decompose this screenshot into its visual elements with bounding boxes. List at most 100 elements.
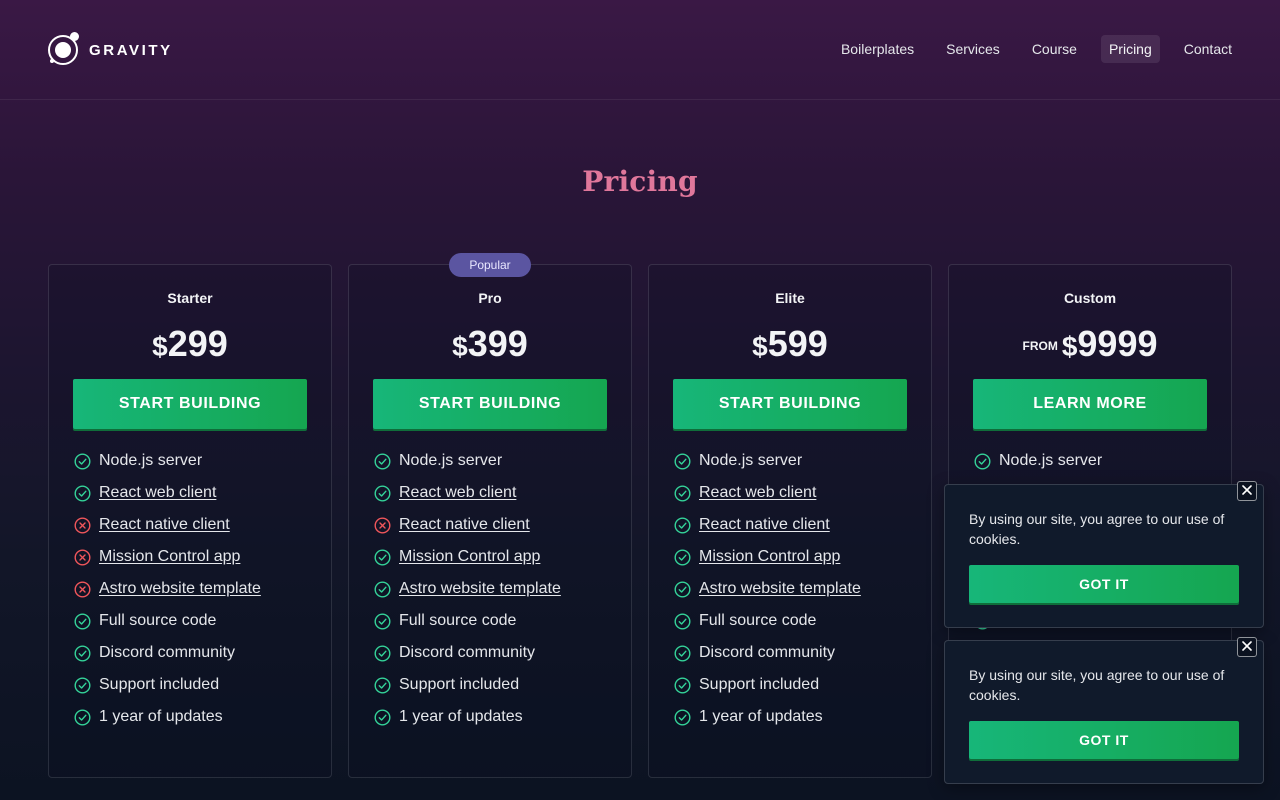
cookie-banner: By using our site, you agree to our use … <box>944 637 1264 784</box>
check-circle-icon <box>374 484 391 502</box>
feature-list: Node.js server React web client React nati… <box>374 445 561 733</box>
check-circle-icon <box>374 676 391 694</box>
feature-link[interactable]: Mission Control app <box>399 548 540 566</box>
main-nav: Boilerplates Services Course Pricing Con… <box>817 35 1240 63</box>
check-circle-icon <box>374 708 391 726</box>
cookie-message: By using our site, you agree to our use … <box>969 511 1225 547</box>
check-circle-icon <box>74 644 91 662</box>
plan-price: FROM $9999 <box>949 323 1231 365</box>
feature-link[interactable]: React native client <box>699 516 830 534</box>
feature-item: Full source code <box>674 605 861 637</box>
feature-item: Astro website template <box>374 573 561 605</box>
page-title: Pricing <box>582 165 698 198</box>
feature-label: Node.js server <box>399 452 503 469</box>
feature-item: React web client <box>374 477 561 509</box>
x-circle-icon <box>374 516 391 534</box>
cookie-banner: By using our site, you agree to our use … <box>944 481 1264 628</box>
feature-link[interactable]: React web client <box>699 484 816 502</box>
pricing-card-elite: Elite $599 START BUILDING Node.js server Rea… <box>648 264 932 778</box>
feature-item: Support included <box>674 669 861 701</box>
feature-item: Mission Control app <box>374 541 561 573</box>
check-circle-icon <box>374 548 391 566</box>
check-circle-icon <box>374 580 391 598</box>
check-circle-icon <box>674 452 691 470</box>
cookie-message: By using our site, you agree to our use … <box>969 667 1225 703</box>
feature-item: Astro website template <box>74 573 261 605</box>
price-from-label: FROM <box>1022 339 1058 353</box>
check-circle-icon <box>674 516 691 534</box>
check-circle-icon <box>74 484 91 502</box>
nav-item-boilerplates[interactable]: Boilerplates <box>833 35 922 63</box>
feature-link[interactable]: React web client <box>399 484 516 502</box>
price-amount: 299 <box>167 323 228 364</box>
check-circle-icon <box>74 612 91 630</box>
feature-item: Discord community <box>374 637 561 669</box>
feature-label: Support included <box>699 676 820 693</box>
check-circle-icon <box>374 452 391 470</box>
feature-link[interactable]: React native client <box>399 516 530 534</box>
feature-label: 1 year of updates <box>399 708 523 725</box>
brand-logo[interactable]: GRAVITY <box>47 31 173 69</box>
check-circle-icon <box>674 484 691 502</box>
close-icon <box>1242 638 1252 656</box>
nav-item-pricing[interactable]: Pricing <box>1100 35 1160 63</box>
pricing-card-starter: Starter $299 START BUILDING Node.js server R… <box>48 264 332 778</box>
nav-item-course[interactable]: Course <box>1024 35 1085 63</box>
feature-link[interactable]: Astro website template <box>399 580 561 598</box>
feature-link[interactable]: Astro website template <box>99 580 261 598</box>
nav-item-services[interactable]: Services <box>938 35 1008 63</box>
check-circle-icon <box>674 580 691 598</box>
feature-link[interactable]: React native client <box>99 516 230 534</box>
close-icon <box>1242 482 1252 500</box>
check-circle-icon <box>74 708 91 726</box>
feature-item: Discord community <box>674 637 861 669</box>
check-circle-icon <box>374 644 391 662</box>
feature-item: Support included <box>374 669 561 701</box>
close-button[interactable] <box>1237 637 1257 657</box>
feature-label: Support included <box>99 676 220 693</box>
feature-label: 1 year of updates <box>99 708 223 725</box>
got-it-button[interactable]: GOT IT <box>969 721 1239 759</box>
feature-link[interactable]: Astro website template <box>699 580 861 598</box>
start-building-button[interactable]: START BUILDING <box>673 379 907 429</box>
feature-label: 1 year of updates <box>699 708 823 725</box>
feature-item: Mission Control app <box>674 541 861 573</box>
feature-label: Full source code <box>399 612 517 629</box>
feature-link[interactable]: Mission Control app <box>99 548 240 566</box>
feature-item: Node.js server <box>374 445 561 477</box>
price-amount: 599 <box>767 323 828 364</box>
plan-name: Elite <box>775 290 805 306</box>
feature-link[interactable]: React web client <box>99 484 216 502</box>
plan-name: Custom <box>1063 290 1117 306</box>
check-circle-icon <box>674 644 691 662</box>
feature-item: 1 year of updates <box>674 701 861 733</box>
feature-item: React web client <box>74 477 261 509</box>
feature-item: React web client <box>674 477 861 509</box>
feature-label: Support included <box>399 676 520 693</box>
feature-label: Discord community <box>399 644 536 661</box>
learn-more-button[interactable]: LEARN MORE <box>973 379 1207 429</box>
price-amount: 399 <box>467 323 528 364</box>
feature-item: Support included <box>74 669 261 701</box>
site-header: GRAVITY Boilerplates Services Course Pri… <box>0 0 1280 100</box>
start-building-button[interactable]: START BUILDING <box>73 379 307 429</box>
close-button[interactable] <box>1237 481 1257 501</box>
check-circle-icon <box>674 612 691 630</box>
start-building-button[interactable]: START BUILDING <box>373 379 607 429</box>
plan-name: Starter <box>167 290 213 306</box>
feature-item: Discord community <box>74 637 261 669</box>
nav-item-contact[interactable]: Contact <box>1176 35 1240 63</box>
plan-price: $299 <box>49 323 331 365</box>
feature-label: Node.js server <box>99 452 203 469</box>
price-currency: $ <box>452 331 468 362</box>
feature-item: Node.js server <box>974 445 1161 477</box>
price-currency: $ <box>752 331 768 362</box>
feature-label: Full source code <box>699 612 817 629</box>
feature-item: React native client <box>74 509 261 541</box>
feature-item: Full source code <box>374 605 561 637</box>
feature-label: Node.js server <box>699 452 803 469</box>
feature-item: Node.js server <box>674 445 861 477</box>
feature-link[interactable]: Mission Control app <box>699 548 840 566</box>
x-circle-icon <box>74 516 91 534</box>
got-it-button[interactable]: GOT IT <box>969 565 1239 603</box>
